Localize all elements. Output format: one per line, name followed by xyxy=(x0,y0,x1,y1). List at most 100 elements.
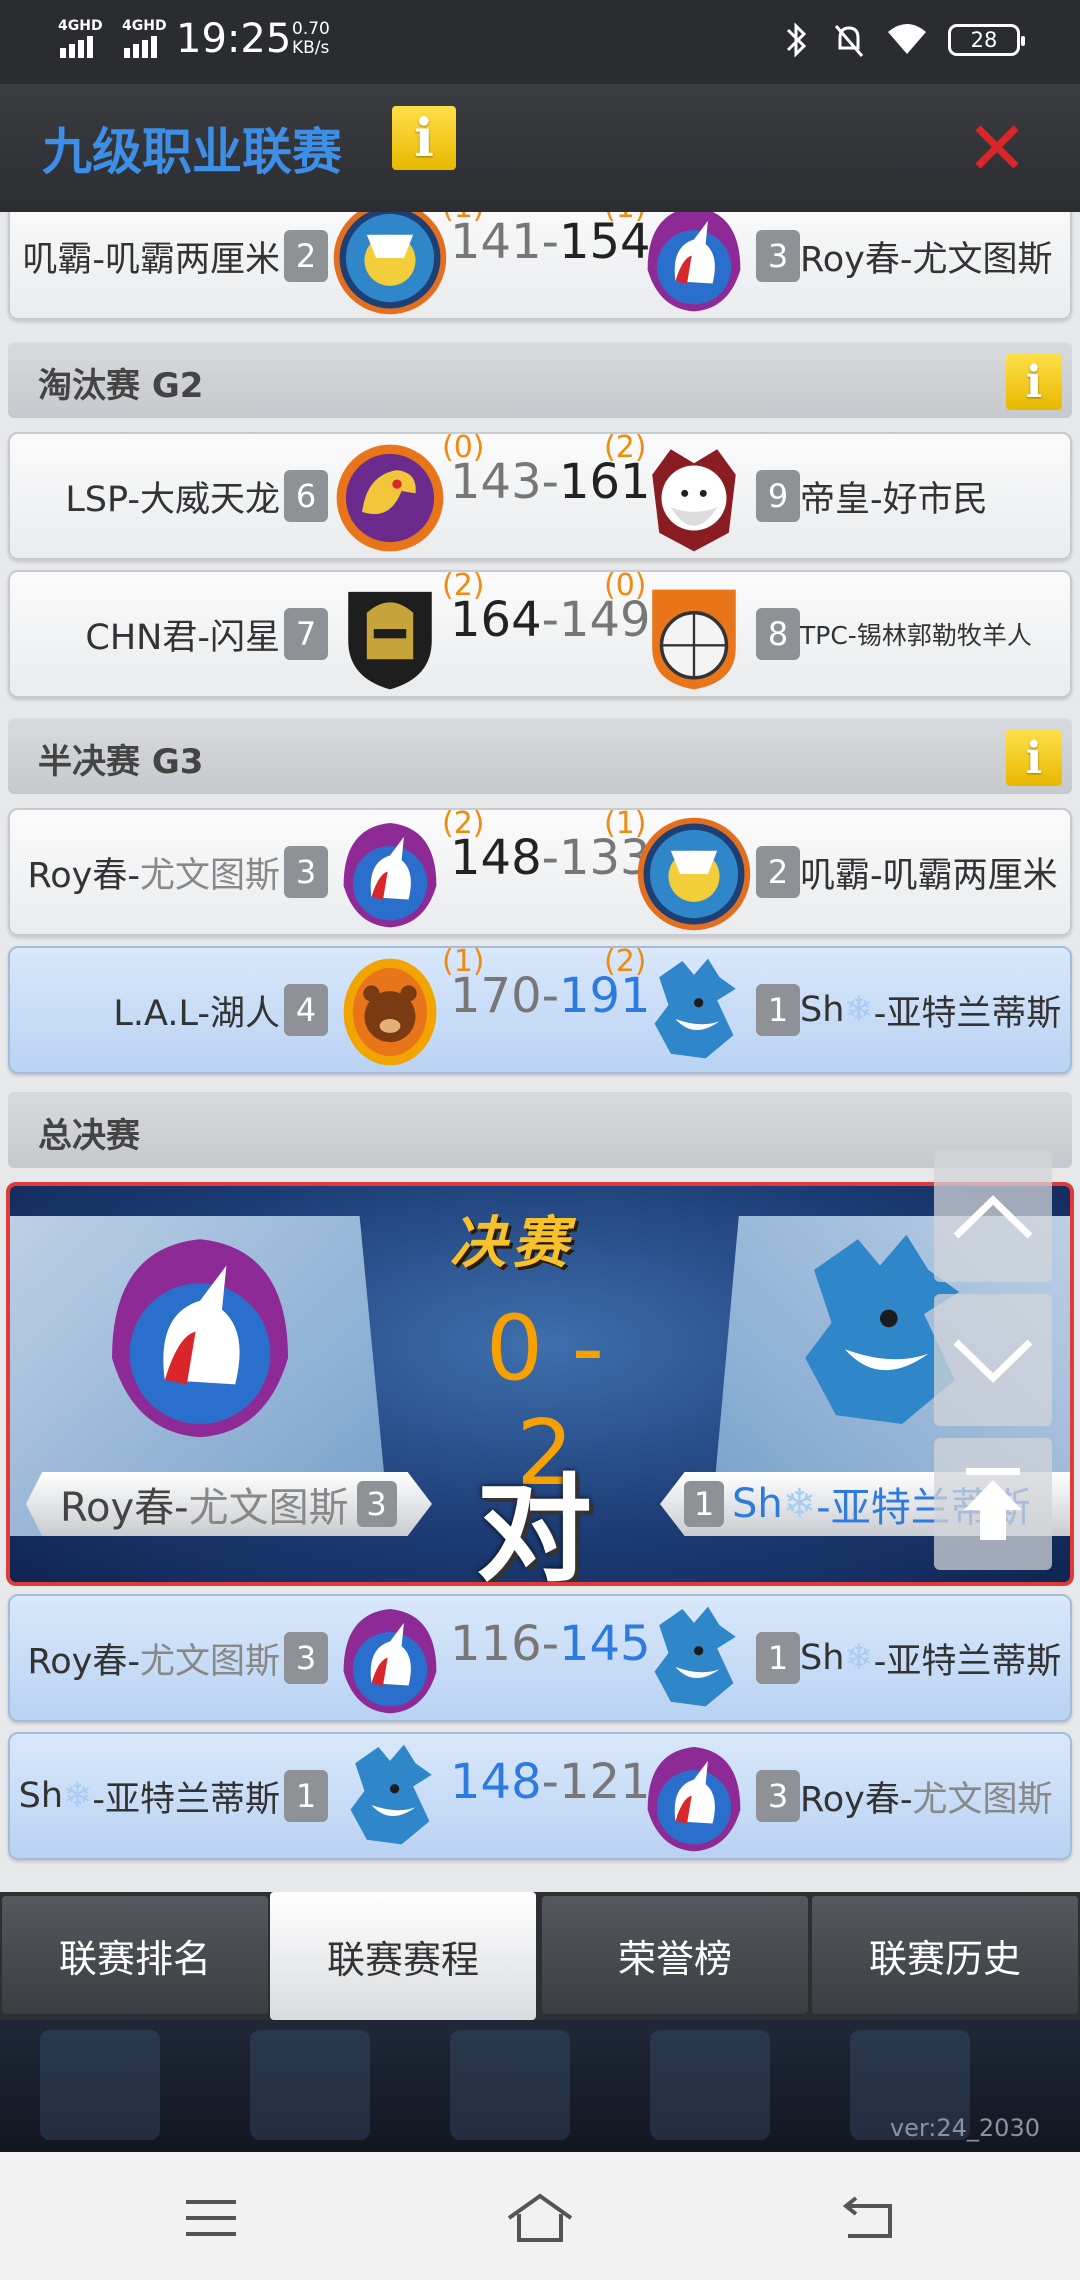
match-row[interactable]: 叽霸-叽霸两厘米 2 (1) 141-154 (1) 3 Roy春-尤文图斯 xyxy=(8,212,1072,320)
match-row[interactable]: LSP-大威天龙 6 (0) 143-161 (2) 9 帝皇-好市民 xyxy=(8,430,1072,560)
tab-league-schedule[interactable]: 联赛赛程 xyxy=(270,1892,536,2020)
system-nav-bar xyxy=(0,2152,1080,2280)
scroll-top-button[interactable] xyxy=(934,1438,1052,1570)
unicorn-logo-icon xyxy=(112,1239,288,1438)
left-score: 164 xyxy=(450,592,542,648)
back-icon[interactable] xyxy=(834,2188,904,2248)
final-banner[interactable]: 决赛 0 - 2 对 Roy春- 尤文图斯 3 1 Sh ❄ -亚特兰蒂斯 xyxy=(6,1182,1074,1586)
left-seed: 4 xyxy=(284,984,328,1036)
team-name-part: 尤文图斯 xyxy=(912,1779,1053,1820)
bottom-tab-bar: 联赛排名 联赛赛程 荣誉榜 联赛历史 xyxy=(0,1892,1080,2020)
scroll-up-button[interactable] xyxy=(934,1150,1052,1282)
bluetooth-icon xyxy=(786,22,807,58)
left-seed: 3 xyxy=(356,1481,397,1527)
team-name-part: -亚特兰蒂斯 xyxy=(873,1641,1062,1682)
section-info-button[interactable]: i xyxy=(1006,354,1062,410)
shark-logo-icon xyxy=(654,958,736,1059)
signal-icon: 4GHD xyxy=(122,18,172,58)
match-row[interactable]: CHN君-闪星 7 (2) 164-149 (0) 8 TPC-锡林郭勒牧羊人 xyxy=(8,568,1072,698)
left-team-name: Sh ❄ -亚特兰蒂斯 xyxy=(19,1734,280,1858)
left-score: 148 xyxy=(450,830,542,886)
snowflake-icon: ❄ xyxy=(844,990,874,1030)
left-team-name: LSP-大威天龙 xyxy=(65,479,280,520)
battery-icon: 28 xyxy=(948,24,1025,56)
info-button[interactable]: i xyxy=(392,106,456,170)
left-score: 170 xyxy=(450,968,542,1024)
section-info-button[interactable]: i xyxy=(1006,730,1062,786)
team-name-part: Sh xyxy=(800,990,845,1030)
right-seed: 3 xyxy=(756,1770,800,1822)
team-name-part: Roy春- xyxy=(60,1485,189,1531)
match-row[interactable]: L.A.L-湖人 4 (1) 170-191 (2) 1 Sh ❄ -亚特兰蒂斯 xyxy=(8,944,1072,1074)
battery-level: 28 xyxy=(970,28,998,52)
background-strip: ver:24_2030 xyxy=(0,2020,1080,2152)
score-separator: - xyxy=(541,454,559,510)
page-title: 九级职业联赛 xyxy=(42,123,342,181)
team-name-part: Roy春- xyxy=(27,1641,140,1682)
left-seed: 2 xyxy=(284,230,328,282)
snowflake-icon: ❄ xyxy=(844,1638,874,1678)
team-name-part: Sh xyxy=(800,1638,845,1678)
chevron-down-icon xyxy=(953,1339,1033,1383)
faded-menu-icon xyxy=(650,2030,770,2140)
schedule-list[interactable]: 叽霸-叽霸两厘米 2 (1) 141-154 (1) 3 Roy春-尤文图斯 淘… xyxy=(0,212,1080,1892)
team-name-part: Sh xyxy=(732,1481,783,1527)
wifi-icon xyxy=(888,24,926,54)
left-seed: 6 xyxy=(284,470,328,522)
status-icons: 28 xyxy=(782,20,1025,60)
team-name-part: Sh xyxy=(18,1776,64,1816)
tab-league-history[interactable]: 联赛历史 xyxy=(812,1896,1078,2014)
speed-unit: KB/s xyxy=(292,38,330,58)
score-separator: - xyxy=(541,214,559,270)
menu-icon[interactable] xyxy=(176,2188,246,2248)
score-separator: - xyxy=(541,592,559,648)
signal-label: 4GHD xyxy=(122,18,167,34)
section-header-final: 总决赛 xyxy=(8,1092,1072,1168)
right-team-name: Roy春-尤文图斯 xyxy=(800,1734,1053,1858)
score-separator: - xyxy=(541,1616,559,1672)
match-score: 116-145 xyxy=(450,1616,651,1672)
team-name-part: -亚特兰蒂斯 xyxy=(92,1779,280,1820)
score-separator: - xyxy=(541,968,559,1024)
left-team-name: Roy春- 尤文图斯 xyxy=(27,1596,280,1720)
network-speed: 0.70 KB/s xyxy=(292,20,330,58)
dragon-logo-icon xyxy=(336,444,444,552)
tab-honor-roll[interactable]: 荣誉榜 xyxy=(542,1896,808,2014)
signal-label: 4GHD xyxy=(58,18,103,34)
snowflake-icon: ❄ xyxy=(782,1481,817,1527)
signal-icon: 4GHD xyxy=(58,18,108,58)
unicorn-logo-icon xyxy=(343,822,437,928)
tab-league-ranking[interactable]: 联赛排名 xyxy=(2,1896,268,2014)
right-team-name: 叽霸-叽霸两厘米 xyxy=(800,855,1058,896)
unicorn-logo-icon xyxy=(647,1746,741,1852)
section-title: 半决赛 G3 xyxy=(38,742,204,782)
team-name-part: 尤文图斯 xyxy=(139,855,280,896)
home-icon[interactable] xyxy=(505,2188,575,2248)
match-row[interactable]: Roy春- 尤文图斯 3 116-145 1 Sh ❄ -亚特兰蒂斯 xyxy=(8,1594,1072,1722)
right-seed: 3 xyxy=(756,230,800,282)
scroll-down-button[interactable] xyxy=(934,1294,1052,1426)
right-seed: 1 xyxy=(756,984,800,1036)
right-seed: 9 xyxy=(756,470,800,522)
right-team-name: 帝皇-好市民 xyxy=(800,479,988,520)
match-row[interactable]: Roy春- 尤文图斯 3 (2) 148-133 (1) 2 叽霸-叽霸两厘米 xyxy=(8,806,1072,936)
left-seed: 3 xyxy=(284,1632,328,1684)
faded-menu-icon xyxy=(40,2030,160,2140)
snowflake-icon: ❄ xyxy=(63,1776,93,1816)
status-bar: 4GHD 4GHD 19:25 0.70 KB/s 28 xyxy=(0,0,1080,84)
shark-logo-icon xyxy=(654,1606,736,1707)
left-score: 148 xyxy=(450,1754,542,1810)
team-name-part: Roy春- xyxy=(800,1779,913,1820)
arrow-to-top-icon xyxy=(964,1468,1022,1540)
match-row[interactable]: Sh ❄ -亚特兰蒂斯 1 148-121 3 Roy春- 尤文图斯 xyxy=(8,1732,1072,1860)
title-bar: 九级职业联赛 i ✕ xyxy=(0,84,1080,212)
right-seed: 2 xyxy=(756,846,800,898)
left-seed: 7 xyxy=(284,608,328,660)
right-seed: 1 xyxy=(684,1481,724,1527)
faded-menu-icon xyxy=(450,2030,570,2140)
close-button[interactable]: ✕ xyxy=(964,112,1030,186)
right-seed: 8 xyxy=(756,608,800,660)
bear-logo-icon xyxy=(343,958,437,1066)
left-score: 141 xyxy=(450,214,542,270)
left-seed: 3 xyxy=(284,846,328,898)
